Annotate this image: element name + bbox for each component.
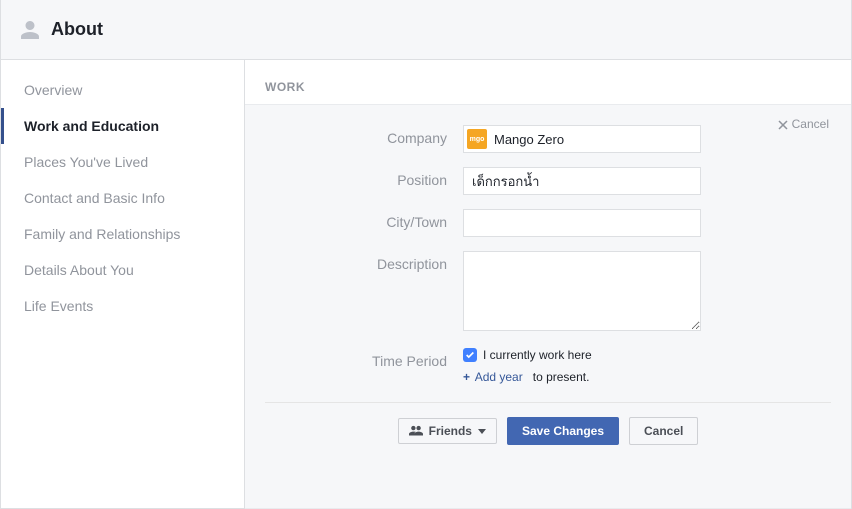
sidebar-item-overview[interactable]: Overview <box>1 72 244 108</box>
to-present-label: to present. <box>533 370 590 384</box>
sidebar-item-life-events[interactable]: Life Events <box>1 288 244 324</box>
company-input[interactable] <box>463 125 701 153</box>
city-label: City/Town <box>265 209 463 230</box>
plus-icon: + <box>463 370 470 384</box>
description-textarea[interactable] <box>463 251 701 331</box>
sidebar-item-places[interactable]: Places You've Lived <box>1 144 244 180</box>
sidebar-item-family[interactable]: Family and Relationships <box>1 216 244 252</box>
person-icon <box>19 19 41 41</box>
main-panel: WORK Cancel Company mgo <box>245 60 851 509</box>
sidebar: Overview Work and Education Places You'v… <box>1 60 245 509</box>
page-header: About <box>1 0 851 60</box>
sidebar-item-details[interactable]: Details About You <box>1 252 244 288</box>
about-page: About Overview Work and Education Places… <box>0 0 852 509</box>
add-year-link[interactable]: Add year <box>475 370 523 384</box>
cancel-top-button[interactable]: Cancel <box>778 117 829 131</box>
position-input[interactable] <box>463 167 701 195</box>
cancel-button[interactable]: Cancel <box>629 417 698 445</box>
audience-selector[interactable]: Friends <box>398 418 497 444</box>
time-period-label: Time Period <box>265 348 463 369</box>
city-input[interactable] <box>463 209 701 237</box>
cancel-top-label: Cancel <box>792 117 829 131</box>
position-label: Position <box>265 167 463 188</box>
chevron-down-icon <box>478 429 486 434</box>
save-button[interactable]: Save Changes <box>507 417 619 445</box>
audience-label: Friends <box>429 424 472 438</box>
section-header-work: WORK <box>245 60 851 104</box>
currently-work-checkbox[interactable] <box>463 348 477 362</box>
company-logo-icon: mgo <box>467 129 487 149</box>
currently-work-label: I currently work here <box>483 348 592 362</box>
work-form: Cancel Company mgo Position <box>245 104 851 509</box>
page-title: About <box>51 19 103 40</box>
close-icon <box>778 119 788 129</box>
description-label: Description <box>265 251 463 272</box>
sidebar-item-contact[interactable]: Contact and Basic Info <box>1 180 244 216</box>
friends-icon <box>409 425 423 437</box>
form-footer: Friends Save Changes Cancel <box>265 402 831 463</box>
company-label: Company <box>265 125 463 146</box>
sidebar-item-work-education[interactable]: Work and Education <box>1 108 244 144</box>
page-body: Overview Work and Education Places You'v… <box>1 60 851 509</box>
